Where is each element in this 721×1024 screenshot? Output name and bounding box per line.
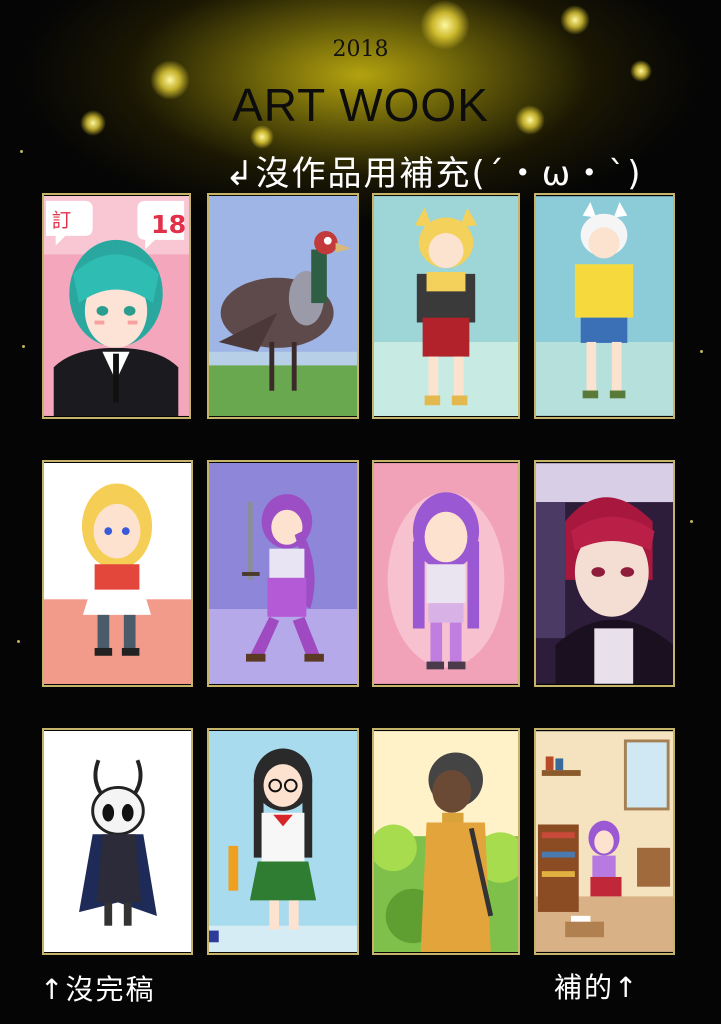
artwork-panel-5 xyxy=(42,460,193,687)
page-title: ART WOOK xyxy=(232,79,489,131)
star-dot xyxy=(22,345,25,348)
artwork-panel-8 xyxy=(534,460,675,687)
glow-sparkle xyxy=(560,5,590,35)
artwork-image-purple-swordswoman xyxy=(209,462,357,685)
artwork-image-knight-sketch xyxy=(44,731,191,952)
star-dot xyxy=(700,350,703,353)
artwork-panel-11 xyxy=(372,728,520,955)
artwork-panel-6 xyxy=(207,460,359,687)
artwork-image-pheasant xyxy=(209,195,357,417)
artwork-image-fox-girl xyxy=(374,196,518,416)
artwork-panel-2 xyxy=(207,193,359,419)
artwork-panel-4 xyxy=(534,193,675,419)
artwork-image-white-hair-girl xyxy=(536,196,673,416)
year-label: 2018 xyxy=(332,37,389,62)
star-dot xyxy=(20,150,23,153)
note-supplement: 補的↑ xyxy=(554,971,640,1004)
note-top-caption: ↲沒作品用補充(´・ω・`) xyxy=(225,154,643,194)
artwork-panel-1: 訂 18 xyxy=(42,193,191,419)
sign-left-text: 訂 xyxy=(52,209,71,232)
note-unfinished: ↑沒完稿 xyxy=(40,973,156,1006)
artwork-panel-9 xyxy=(42,728,193,955)
art-summary-canvas: { "header": { "year": "2018", "title": "… xyxy=(0,0,721,1024)
artwork-image-room-scene xyxy=(536,731,673,952)
artwork-panel-12 xyxy=(534,728,675,955)
artwork-image-forest-boy xyxy=(374,731,518,952)
sign-right-text: 18 xyxy=(151,210,186,239)
star-dot xyxy=(690,520,693,523)
star-dot xyxy=(17,640,20,643)
artwork-image-schoolgirl-glasses xyxy=(209,730,357,953)
artwork-image-green-hair-suit: 訂 18 xyxy=(44,196,189,416)
artwork-panel-7 xyxy=(372,460,520,687)
artwork-panel-3 xyxy=(372,193,520,419)
artwork-image-red-hair-portrait xyxy=(536,463,673,684)
artwork-image-blonde-girl xyxy=(44,463,191,684)
artwork-panel-10 xyxy=(207,728,359,955)
artwork-image-purple-hair-girl xyxy=(374,463,518,684)
